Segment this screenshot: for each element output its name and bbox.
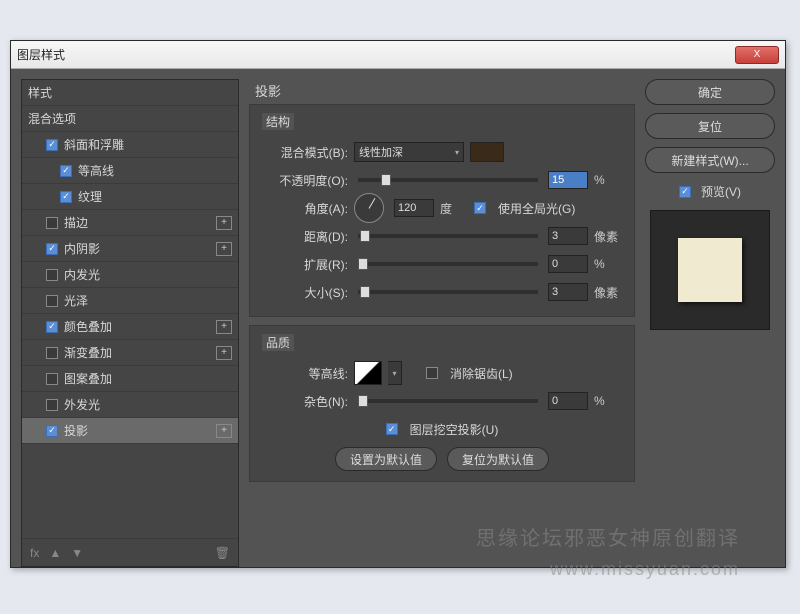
antialias-label: 消除锯齿(L) — [450, 365, 513, 382]
trash-icon[interactable]: 🗑 — [215, 546, 230, 560]
preview-label: 预览(V) — [701, 183, 741, 200]
sidebar-item-inner-glow[interactable]: 内发光 — [22, 262, 238, 288]
sidebar-item-contour[interactable]: 等高线 — [22, 158, 238, 184]
checkbox-icon[interactable] — [46, 269, 58, 281]
size-label: 大小(S): — [262, 284, 348, 301]
close-button[interactable]: X — [735, 46, 779, 64]
checkbox-icon[interactable] — [46, 425, 58, 437]
styles-sidebar: 样式 混合选项 斜面和浮雕 等高线 纹理 描边+ 内阴影+ 内发光 光泽 颜色叠… — [21, 79, 239, 567]
close-icon: X — [754, 49, 761, 60]
right-column: 确定 复位 新建样式(W)... 预览(V) — [645, 79, 775, 567]
checkbox-icon[interactable] — [46, 139, 58, 151]
quality-legend: 品质 — [262, 334, 294, 351]
preview-box — [650, 210, 770, 330]
sidebar-item-stroke[interactable]: 描边+ — [22, 210, 238, 236]
sidebar-item-inner-shadow[interactable]: 内阴影+ — [22, 236, 238, 262]
reset-default-button[interactable]: 复位为默认值 — [447, 447, 549, 471]
noise-input[interactable]: 0 — [548, 392, 588, 410]
ok-button[interactable]: 确定 — [645, 79, 775, 105]
size-unit: 像素 — [594, 284, 622, 301]
structure-group: 结构 混合模式(B): 线性加深▾ 不透明度(O): 15 % 角度(A): 1… — [249, 104, 635, 317]
checkbox-icon[interactable] — [60, 191, 72, 203]
checkbox-icon[interactable] — [46, 321, 58, 333]
panel-title: 投影 — [255, 81, 635, 100]
sidebar-item-gradient-overlay[interactable]: 渐变叠加+ — [22, 340, 238, 366]
plus-icon[interactable]: + — [216, 424, 232, 438]
cancel-button[interactable]: 复位 — [645, 113, 775, 139]
sidebar-header-styles[interactable]: 样式 — [22, 80, 238, 106]
window-title: 图层样式 — [17, 46, 735, 63]
angle-unit: 度 — [440, 200, 468, 217]
sidebar-item-bevel[interactable]: 斜面和浮雕 — [22, 132, 238, 158]
distance-unit: 像素 — [594, 228, 622, 245]
angle-input[interactable]: 120 — [394, 199, 434, 217]
spread-unit: % — [594, 257, 622, 271]
global-light-label: 使用全局光(G) — [498, 200, 575, 217]
size-input[interactable]: 3 — [548, 283, 588, 301]
distance-slider[interactable] — [358, 234, 538, 238]
preview-thumbnail — [678, 238, 742, 302]
preview-checkbox[interactable] — [679, 186, 691, 198]
fx-icon[interactable]: fx — [30, 546, 39, 560]
distance-label: 距离(D): — [262, 228, 348, 245]
noise-label: 杂色(N): — [262, 393, 348, 410]
distance-input[interactable]: 3 — [548, 227, 588, 245]
sidebar-item-texture[interactable]: 纹理 — [22, 184, 238, 210]
spread-slider[interactable] — [358, 262, 538, 266]
angle-dial[interactable] — [354, 193, 384, 223]
layer-style-dialog: 图层样式 X 样式 混合选项 斜面和浮雕 等高线 纹理 描边+ 内阴影+ 内发光… — [10, 40, 786, 568]
blend-mode-label: 混合模式(B): — [262, 144, 348, 161]
titlebar[interactable]: 图层样式 X — [11, 41, 785, 69]
blend-mode-select[interactable]: 线性加深▾ — [354, 142, 464, 162]
checkbox-icon[interactable] — [46, 347, 58, 359]
arrow-down-icon[interactable]: ▼ — [71, 546, 83, 560]
knockout-label: 图层挖空投影(U) — [410, 421, 499, 438]
sidebar-item-satin[interactable]: 光泽 — [22, 288, 238, 314]
structure-legend: 结构 — [262, 113, 294, 130]
quality-group: 品质 等高线: ▾ 消除锯齿(L) 杂色(N): 0 % — [249, 325, 635, 482]
sidebar-header-blend[interactable]: 混合选项 — [22, 106, 238, 132]
plus-icon[interactable]: + — [216, 242, 232, 256]
contour-picker[interactable] — [354, 361, 382, 385]
checkbox-icon[interactable] — [60, 165, 72, 177]
opacity-input[interactable]: 15 — [548, 171, 588, 189]
plus-icon[interactable]: + — [216, 346, 232, 360]
plus-icon[interactable]: + — [216, 320, 232, 334]
sidebar-item-pattern-overlay[interactable]: 图案叠加 — [22, 366, 238, 392]
noise-unit: % — [594, 394, 622, 408]
opacity-unit: % — [594, 173, 622, 187]
opacity-slider[interactable] — [358, 178, 538, 182]
spread-input[interactable]: 0 — [548, 255, 588, 273]
arrow-up-icon[interactable]: ▲ — [49, 546, 61, 560]
color-swatch[interactable] — [470, 142, 504, 162]
sidebar-item-drop-shadow[interactable]: 投影+ — [22, 418, 238, 444]
plus-icon[interactable]: + — [216, 216, 232, 230]
main-panel: 投影 结构 混合模式(B): 线性加深▾ 不透明度(O): 15 % 角度(A)… — [249, 79, 635, 567]
sidebar-footer: fx ▲ ▼ 🗑 — [22, 538, 238, 566]
size-slider[interactable] — [358, 290, 538, 294]
sidebar-item-outer-glow[interactable]: 外发光 — [22, 392, 238, 418]
spread-label: 扩展(R): — [262, 256, 348, 273]
checkbox-icon[interactable] — [46, 243, 58, 255]
sidebar-item-color-overlay[interactable]: 颜色叠加+ — [22, 314, 238, 340]
checkbox-icon[interactable] — [46, 217, 58, 229]
make-default-button[interactable]: 设置为默认值 — [335, 447, 437, 471]
dialog-content: 样式 混合选项 斜面和浮雕 等高线 纹理 描边+ 内阴影+ 内发光 光泽 颜色叠… — [11, 69, 785, 567]
contour-label: 等高线: — [262, 365, 348, 382]
checkbox-icon[interactable] — [46, 399, 58, 411]
contour-dropdown[interactable]: ▾ — [388, 361, 402, 385]
angle-label: 角度(A): — [262, 200, 348, 217]
global-light-checkbox[interactable] — [474, 202, 486, 214]
checkbox-icon[interactable] — [46, 295, 58, 307]
new-style-button[interactable]: 新建样式(W)... — [645, 147, 775, 173]
opacity-label: 不透明度(O): — [262, 172, 348, 189]
chevron-down-icon: ▾ — [455, 148, 459, 157]
knockout-checkbox[interactable] — [386, 423, 398, 435]
checkbox-icon[interactable] — [46, 373, 58, 385]
noise-slider[interactable] — [358, 399, 538, 403]
antialias-checkbox[interactable] — [426, 367, 438, 379]
